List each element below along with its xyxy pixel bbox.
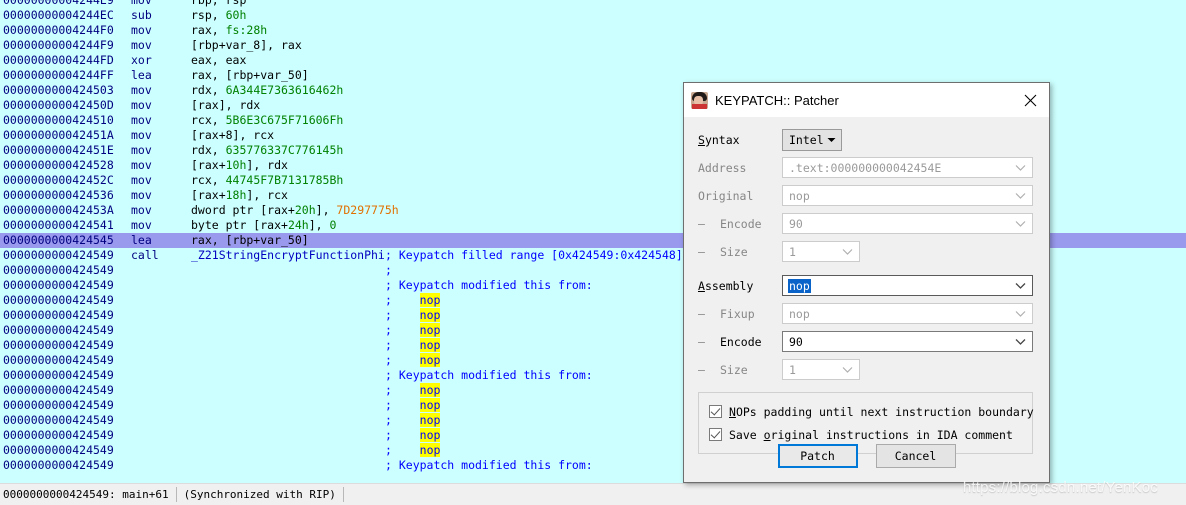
chevron-down-icon [827, 137, 836, 142]
option-save-original-label: Save original instructions in IDA commen… [729, 427, 1013, 442]
syntax-value: Intel [789, 132, 824, 147]
disassembly-line[interactable]: 00000000004244F0 mov rax, fs:28h [3, 23, 1186, 38]
original-label: Original [698, 188, 754, 203]
original-encode-value: 90 [789, 216, 803, 231]
disassembly-comment: ; Keypatch modified this from: [385, 278, 593, 292]
disassembly-comment: ; nop [385, 293, 441, 307]
disassembly-comment: ; nop [385, 428, 441, 442]
chevron-down-icon[interactable] [1015, 304, 1026, 323]
assembly-encode-value: 90 [789, 334, 803, 349]
original-encode-label: – Encode [698, 216, 762, 231]
original-size-row: – Size 1 [698, 241, 1033, 262]
disassembly-line[interactable]: 00000000004244EC sub rsp, 60h [3, 8, 1186, 23]
checkbox-icon[interactable] [709, 405, 722, 418]
option-save-original[interactable]: Save original instructions in IDA commen… [709, 425, 1022, 444]
chevron-down-icon[interactable] [1015, 276, 1026, 295]
option-nops-padding[interactable]: NOPs padding until next instruction boun… [709, 402, 1034, 421]
cancel-button[interactable]: Cancel [875, 444, 956, 468]
original-value: nop [789, 188, 810, 203]
patch-button[interactable]: Patch [777, 444, 858, 468]
fixup-combobox[interactable]: nop [782, 303, 1033, 324]
chevron-down-icon[interactable] [842, 360, 853, 379]
watermark: https://blog.csdn.net/YenKoc [962, 479, 1158, 496]
address-value: .text:000000000042454E [789, 160, 942, 175]
assembly-size-row: – Size 1 [698, 359, 1033, 380]
disassembly-comment: ; Keypatch modified this from: [385, 458, 593, 472]
chevron-down-icon[interactable] [842, 242, 853, 261]
option-nops-padding-label: NOPs padding until next instruction boun… [729, 404, 1034, 419]
chevron-down-icon[interactable] [1015, 158, 1026, 177]
disassembly-comment: ; Keypatch filled range [0x424549:0x4245… [385, 248, 683, 262]
dialog-buttons: Patch Cancel [684, 444, 1049, 468]
original-encode-combobox[interactable]: 90 [782, 213, 1033, 234]
disassembly-comment: ; nop [385, 353, 441, 367]
assembly-size-combobox[interactable]: 1 [782, 359, 860, 380]
assembly-size-value: 1 [789, 362, 796, 377]
syntax-dropdown-button[interactable]: Intel [782, 128, 842, 151]
assembly-encode-combobox[interactable]: 90 [782, 331, 1033, 352]
close-icon[interactable] [1017, 89, 1043, 111]
fixup-label: – Fixup [698, 306, 755, 321]
original-size-combobox[interactable]: 1 [782, 241, 860, 262]
disassembly-comment: ; nop [385, 413, 441, 427]
address-label: Address [698, 160, 747, 175]
assembly-combobox[interactable]: nop [782, 275, 1033, 296]
original-encode-row: – Encode 90 [698, 213, 1033, 234]
checkbox-icon[interactable] [709, 428, 722, 441]
disassembly-comment: ; nop [385, 383, 441, 397]
disassembly-line[interactable]: 00000000004244FF lea rax, [rbp+var_50] [3, 68, 1186, 83]
chevron-down-icon[interactable] [1015, 332, 1026, 351]
keypatch-patcher-dialog[interactable]: KEYPATCH:: Patcher Syntax Intel Address … [683, 82, 1050, 483]
assembly-encode-row: – Encode 90 [698, 331, 1033, 352]
syntax-row: Syntax Intel [698, 128, 1033, 151]
assembly-label: Assembly [698, 278, 754, 293]
disassembly-line[interactable]: 00000000004244E9 mov rbp, rsp [3, 0, 1186, 8]
dialog-titlebar[interactable]: KEYPATCH:: Patcher [684, 83, 1049, 117]
disassembly-comment: ; nop [385, 323, 441, 337]
disassembly-comment: ; nop [385, 398, 441, 412]
fixup-value: nop [789, 306, 810, 321]
status-address: 0000000000424549: main+61 [0, 487, 177, 502]
dialog-title: KEYPATCH:: Patcher [715, 92, 839, 108]
address-combobox[interactable]: .text:000000000042454E [782, 157, 1033, 178]
status-sync: (Synchronized with RIP) [177, 487, 344, 502]
original-row: Original nop [698, 185, 1033, 206]
disassembly-comment: ; [385, 263, 392, 277]
disassembly-comment: ; nop [385, 338, 441, 352]
assembly-row: Assembly nop [698, 275, 1033, 296]
original-combobox[interactable]: nop [782, 185, 1033, 206]
disassembly-line[interactable]: 00000000004244FD xor eax, eax [3, 53, 1186, 68]
chevron-down-icon[interactable] [1015, 214, 1026, 233]
keypatch-avatar-icon [691, 91, 708, 109]
disassembly-comment: ; nop [385, 443, 441, 457]
dialog-body: Syntax Intel Address .text:0000000000424… [684, 117, 1049, 454]
disassembly-comment: ; Keypatch modified this from: [385, 368, 593, 382]
syntax-label: Syntax [698, 132, 740, 147]
assembly-value: nop [788, 278, 811, 293]
assembly-encode-label: – Encode [698, 334, 762, 349]
fixup-row: – Fixup nop [698, 303, 1033, 324]
original-size-value: 1 [789, 244, 796, 259]
assembly-size-label: – Size [698, 362, 748, 377]
address-row: Address .text:000000000042454E [698, 157, 1033, 178]
original-size-label: – Size [698, 244, 748, 259]
disassembly-line[interactable]: 00000000004244F9 mov [rbp+var_8], rax [3, 38, 1186, 53]
disassembly-comment: ; nop [385, 308, 441, 322]
chevron-down-icon[interactable] [1015, 186, 1026, 205]
